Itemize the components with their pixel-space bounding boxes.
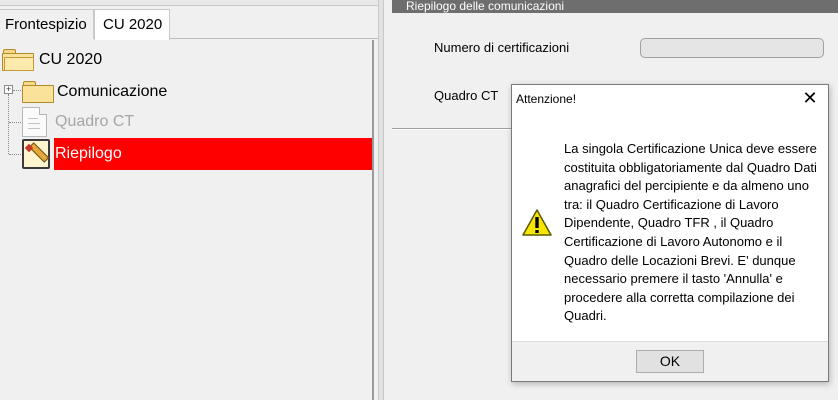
tree-item-comunicazione[interactable]: Comunicazione (22, 76, 167, 108)
expand-icon[interactable]: + (4, 85, 13, 94)
tab-frontespizio[interactable]: Frontespizio (0, 9, 94, 39)
tree-root-label: CU 2020 (39, 51, 103, 68)
folder-icon (22, 81, 54, 103)
tree-view: CU 2020 + Comunicazione Quadro CT Riepil… (0, 40, 374, 400)
quadro-ct-label: Quadro CT (434, 88, 499, 103)
tree-item-quadro-ct[interactable]: Quadro CT (22, 106, 134, 138)
tree-item-riepilogo[interactable]: Riepilogo (22, 138, 372, 170)
numero-certificazioni-field[interactable] (640, 38, 824, 58)
group-title: Riepilogo delle comunicazioni (392, 0, 838, 13)
dialog-titlebar[interactable]: Attenzione! ✕ (512, 85, 828, 113)
ok-button[interactable]: OK (636, 350, 704, 373)
dialog-footer: OK (512, 341, 828, 381)
tree-connector-line (9, 154, 21, 155)
dialog-message: La singola Certificazione Unica deve ess… (564, 141, 817, 324)
tree-item-label: Quadro CT (55, 113, 135, 130)
warning-icon (522, 209, 552, 236)
close-icon[interactable]: ✕ (800, 88, 820, 108)
warning-dialog: Attenzione! ✕ La singola Certificazione … (511, 84, 829, 382)
top-strip (0, 0, 378, 6)
tab-bar: Frontespizio CU 2020 (0, 9, 378, 40)
tree-connector-line (9, 122, 21, 123)
group-separator (392, 128, 522, 130)
tree-root[interactable]: CU 2020 (2, 44, 102, 76)
tree-item-label: Riepilogo (55, 145, 122, 162)
folder-open-icon (2, 49, 34, 71)
pencil-document-icon (22, 139, 52, 169)
tree-item-label: Comunicazione (57, 83, 168, 100)
tab-cu-2020[interactable]: CU 2020 (94, 9, 170, 40)
document-icon (22, 107, 47, 137)
tree-connector-line (13, 90, 21, 91)
numero-certificazioni-label: Numero di certificazioni (434, 40, 570, 55)
dialog-title: Attenzione! (516, 92, 577, 106)
tree-connector-line (8, 94, 9, 154)
left-pane: Frontespizio CU 2020 CU 2020 + Comunicaz… (0, 0, 378, 400)
